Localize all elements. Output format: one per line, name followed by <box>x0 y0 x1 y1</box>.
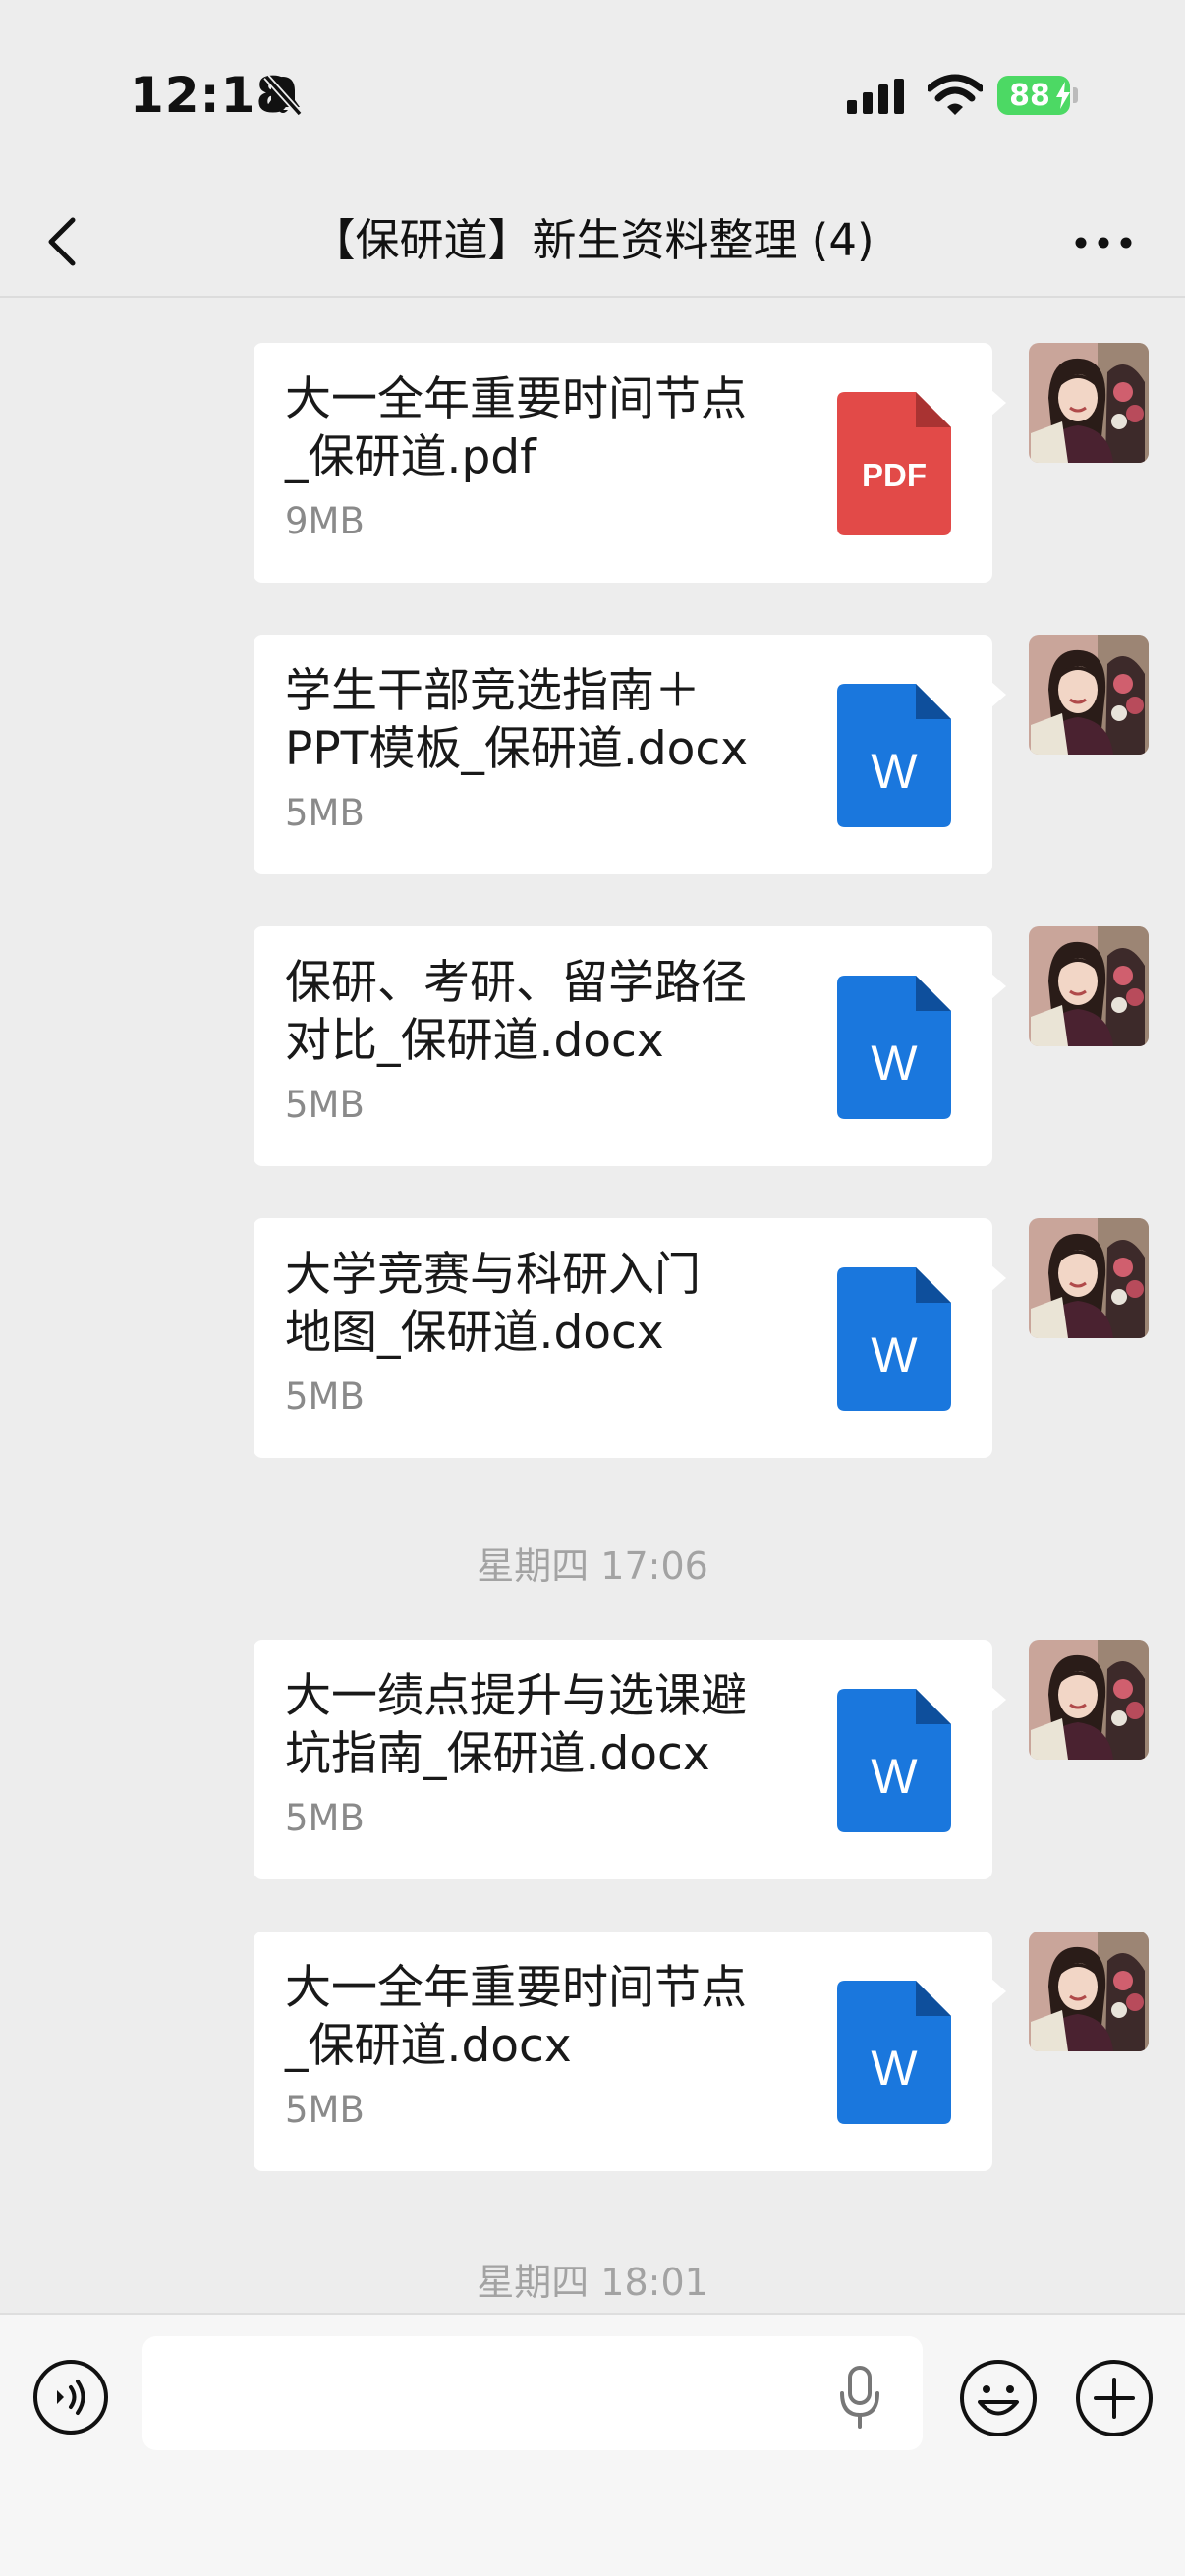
wifi-icon <box>928 74 983 115</box>
word-label: W <box>871 744 918 799</box>
file-name: 大一绩点提升与选课避 坑指南_保研道.docx <box>285 1669 747 1781</box>
file-message-bubble[interactable]: 保研、考研、留学路径 对比_保研道.docx 5MB W <box>254 926 1006 1166</box>
word-label: W <box>871 1327 918 1382</box>
file-size: 5MB <box>285 1797 365 1839</box>
word-file-icon: W <box>837 1267 951 1411</box>
message-row: 大一绩点提升与选课避 坑指南_保研道.docx 5MB W <box>0 1640 1185 1879</box>
word-file-icon: W <box>837 684 951 827</box>
timestamp: 星期四 17:06 <box>477 1544 708 1588</box>
nav-bar: 【保研道】新生资料整理 (4) <box>0 187 1185 297</box>
file-name: 大学竞赛与科研入门 地图_保研道.docx <box>285 1248 701 1360</box>
battery-icon: 88 <box>997 76 1070 115</box>
battery-cap <box>1073 87 1078 103</box>
word-file-icon: W <box>837 1689 951 1832</box>
file-name: 学生干部竞选指南＋ PPT模板_保研道.docx <box>285 664 749 776</box>
message-row: 保研、考研、留学路径 对比_保研道.docx 5MB W <box>0 926 1185 1166</box>
message-row: 学生干部竞选指南＋ PPT模板_保研道.docx 5MB W <box>0 635 1185 874</box>
signal-icon <box>847 79 904 114</box>
file-size: 5MB <box>285 2089 365 2131</box>
message-row: 大一全年重要时间节点 _保研道.pdf 9MB PDF <box>0 343 1185 583</box>
file-size: 9MB <box>285 500 365 542</box>
avatar[interactable] <box>1029 1932 1149 2051</box>
word-label: W <box>871 1749 918 1804</box>
avatar[interactable] <box>1029 343 1149 463</box>
emoji-icon[interactable] <box>958 2358 1039 2438</box>
voice-icon[interactable] <box>31 2358 110 2436</box>
word-label: W <box>871 1036 918 1091</box>
message-row: 大学竞赛与科研入门 地图_保研道.docx 5MB W <box>0 1218 1185 1458</box>
input-bar <box>0 2313 1185 2576</box>
message-input[interactable] <box>142 2336 923 2450</box>
timestamp: 星期四 18:01 <box>477 2261 708 2304</box>
file-name: 大一全年重要时间节点 _保研道.pdf <box>285 372 747 484</box>
back-icon[interactable] <box>39 200 88 283</box>
message-row: 大一全年重要时间节点 _保研道.docx 5MB W <box>0 1932 1185 2171</box>
pdf-label: PDF <box>862 457 927 493</box>
more-icon[interactable] <box>1069 208 1138 277</box>
word-file-icon: W <box>837 976 951 1119</box>
plus-icon[interactable] <box>1074 2358 1155 2438</box>
file-message-bubble[interactable]: 学生干部竞选指南＋ PPT模板_保研道.docx 5MB W <box>254 635 1006 874</box>
status-bar: 12:18 88 <box>0 0 1185 187</box>
word-file-icon: W <box>837 1981 951 2124</box>
file-message-bubble[interactable]: 大一全年重要时间节点 _保研道.docx 5MB W <box>254 1932 1006 2171</box>
avatar[interactable] <box>1029 635 1149 755</box>
word-label: W <box>871 2041 918 2096</box>
file-message-bubble[interactable]: 大学竞赛与科研入门 地图_保研道.docx 5MB W <box>254 1218 1006 1458</box>
avatar[interactable] <box>1029 1640 1149 1760</box>
chat-title: 【保研道】新生资料整理 (4) <box>310 214 875 266</box>
mute-icon <box>263 74 303 117</box>
pdf-file-icon: PDF <box>837 392 951 535</box>
avatar[interactable] <box>1029 926 1149 1046</box>
file-size: 5MB <box>285 792 365 834</box>
file-message-bubble[interactable]: 大一全年重要时间节点 _保研道.pdf 9MB PDF <box>254 343 1006 583</box>
file-message-bubble[interactable]: 大一绩点提升与选课避 坑指南_保研道.docx 5MB W <box>254 1640 1006 1879</box>
battery-level: 88 <box>1009 78 1050 113</box>
avatar[interactable] <box>1029 1218 1149 1338</box>
file-name: 保研、考研、留学路径 对比_保研道.docx <box>285 956 747 1068</box>
file-size: 5MB <box>285 1084 365 1126</box>
header-divider <box>0 296 1185 298</box>
microphone-icon[interactable] <box>835 2364 884 2433</box>
file-name: 大一全年重要时间节点 _保研道.docx <box>285 1961 747 2073</box>
file-size: 5MB <box>285 1375 365 1418</box>
